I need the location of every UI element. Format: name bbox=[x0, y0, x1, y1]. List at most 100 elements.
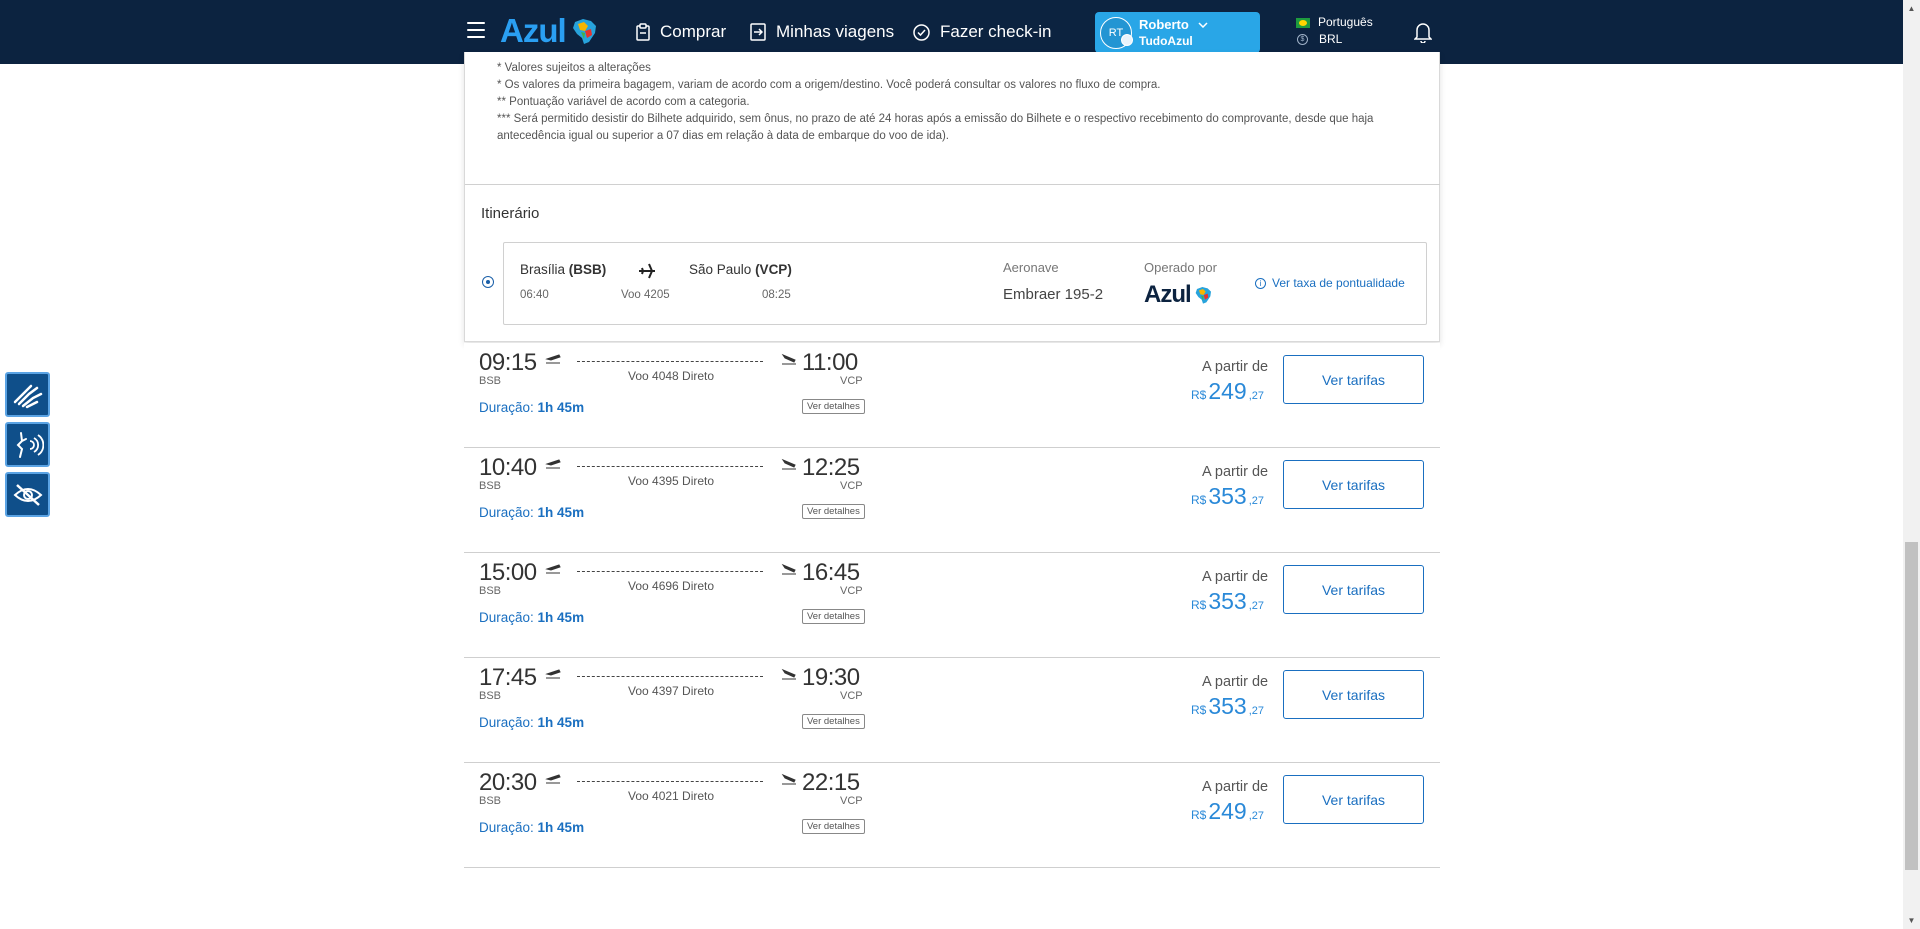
sign-language-button[interactable] bbox=[5, 372, 50, 417]
duration-value: 1h 45m bbox=[537, 820, 585, 835]
origin-city-name: Brasília bbox=[520, 262, 569, 277]
itinerary-title: Itinerário bbox=[481, 205, 540, 222]
high-contrast-button[interactable] bbox=[5, 472, 50, 517]
flight-row: 10:40 BSB Voo 4395 Direto 12:25 VCP Dura… bbox=[464, 448, 1440, 553]
price: R$ 353 ,27 bbox=[1191, 588, 1264, 615]
dest-airport: VCP bbox=[840, 795, 863, 807]
flight-row: 09:15 BSB Voo 4048 Direto 11:00 VCP Dura… bbox=[464, 343, 1440, 448]
landing-icon bbox=[781, 563, 796, 575]
duration-value: 1h 45m bbox=[537, 400, 585, 415]
note-line: * Os valores da primeira bagagem, variam… bbox=[497, 79, 1161, 91]
dest-airport: VCP bbox=[840, 480, 863, 492]
menu-icon[interactable] bbox=[467, 22, 485, 38]
note-line: *** Será permitido desistir do Bilhete a… bbox=[497, 113, 1374, 142]
price-currency: R$ bbox=[1191, 493, 1207, 507]
page-scrollbar[interactable]: ▲ ▼ bbox=[1903, 0, 1920, 929]
origin-airport: BSB bbox=[479, 585, 502, 597]
aircraft-label: Aeronave bbox=[1003, 260, 1059, 275]
departure-time: 10:40 bbox=[479, 454, 537, 481]
duration-label: Duração: bbox=[479, 610, 534, 625]
flight-details-panel: * Valores sujeitos a alterações * Os val… bbox=[464, 52, 1440, 342]
flight-number: Voo 4048 Direto bbox=[628, 369, 715, 383]
takeoff-icon bbox=[545, 354, 561, 364]
duration-label: Duração: bbox=[479, 820, 534, 835]
loyalty-program: TudoAzul bbox=[1139, 33, 1193, 48]
scroll-down-arrow-icon[interactable]: ▼ bbox=[1903, 912, 1920, 929]
arrival-time: 16:45 bbox=[802, 559, 860, 586]
currency-label: BRL bbox=[1319, 32, 1343, 46]
divider bbox=[465, 184, 1440, 185]
dest-airport: VCP bbox=[840, 585, 863, 597]
view-details-button[interactable]: Ver detalhes bbox=[802, 714, 865, 729]
route-line bbox=[577, 676, 763, 677]
check-circle-icon bbox=[913, 23, 930, 41]
brazil-map-icon bbox=[1195, 287, 1211, 304]
price-integer: 353 bbox=[1208, 588, 1247, 614]
flight-number: Voo 4205 bbox=[621, 289, 670, 301]
view-fares-button[interactable]: Ver tarifas bbox=[1283, 565, 1424, 614]
operator-logo-text: Azul bbox=[1144, 281, 1192, 308]
view-details-button[interactable]: Ver detalhes bbox=[802, 609, 865, 624]
origin-airport: BSB bbox=[479, 375, 502, 387]
view-details-button[interactable]: Ver detalhes bbox=[802, 399, 865, 414]
operated-by-label: Operado por bbox=[1144, 260, 1217, 275]
itinerary-radio[interactable] bbox=[482, 276, 494, 288]
origin-code: (BSB) bbox=[568, 262, 607, 277]
scroll-up-arrow-icon[interactable]: ▲ bbox=[1903, 0, 1920, 17]
price: R$ 249 ,27 bbox=[1191, 378, 1264, 405]
duration-value: 1h 45m bbox=[537, 715, 585, 730]
dest-code: (VCP) bbox=[755, 262, 792, 277]
flight-duration: Duração: 1h 45m bbox=[479, 400, 584, 415]
landing-icon bbox=[781, 458, 796, 470]
punctuality-link[interactable]: i Ver taxa de pontualidade bbox=[1255, 276, 1405, 290]
dest-airport: VCP bbox=[840, 690, 863, 702]
user-name: Roberto bbox=[1139, 17, 1208, 33]
language-label: Português bbox=[1318, 15, 1373, 29]
brazil-map-icon bbox=[572, 19, 596, 44]
brazil-flag-icon bbox=[1296, 17, 1310, 28]
nav-comprar-label: Comprar bbox=[660, 22, 727, 41]
price-cents: ,27 bbox=[1248, 705, 1265, 717]
user-name-label: Roberto bbox=[1139, 16, 1189, 32]
clipboard-icon bbox=[636, 23, 650, 41]
route-line bbox=[577, 466, 763, 467]
tudoazul-badge-icon bbox=[1121, 33, 1133, 46]
price-cents: ,27 bbox=[1248, 390, 1265, 402]
audio-description-button[interactable] bbox=[5, 422, 50, 467]
language-currency-selector[interactable]: Português $ BRL bbox=[1296, 14, 1373, 48]
flight-row: 15:00 BSB Voo 4696 Direto 16:45 VCP Dura… bbox=[464, 553, 1440, 658]
notification-bell-icon[interactable] bbox=[1414, 21, 1432, 43]
price-integer: 249 bbox=[1208, 798, 1247, 824]
dest-city-name: São Paulo bbox=[689, 262, 756, 277]
arrival-time: 19:30 bbox=[802, 664, 860, 691]
scroll-thumb[interactable] bbox=[1905, 542, 1918, 870]
landing-icon bbox=[781, 668, 796, 680]
eye-slash-icon bbox=[13, 483, 42, 506]
view-fares-button[interactable]: Ver tarifas bbox=[1283, 355, 1424, 404]
price-currency: R$ bbox=[1191, 808, 1207, 822]
duration-value: 1h 45m bbox=[537, 505, 585, 520]
azul-logo[interactable]: Azul bbox=[500, 12, 599, 50]
view-fares-button[interactable]: Ver tarifas bbox=[1283, 460, 1424, 509]
view-details-button[interactable]: Ver detalhes bbox=[802, 819, 865, 834]
departure-time: 17:45 bbox=[479, 664, 537, 691]
itinerary-box: Brasília (BSB) São Paulo (VCP) 06:40 Voo… bbox=[503, 242, 1427, 325]
price-from-label: A partir de bbox=[1202, 359, 1269, 375]
view-details-button[interactable]: Ver detalhes bbox=[802, 504, 865, 519]
view-fares-button[interactable]: Ver tarifas bbox=[1283, 670, 1424, 719]
price-cents: ,27 bbox=[1248, 600, 1265, 612]
price-integer: 353 bbox=[1208, 483, 1247, 509]
price-currency: R$ bbox=[1191, 598, 1207, 612]
speaking-head-icon bbox=[16, 431, 44, 458]
arrival-time: 22:15 bbox=[802, 769, 860, 796]
origin-airport: BSB bbox=[479, 690, 502, 702]
route-line bbox=[577, 781, 763, 782]
depart-time: 06:40 bbox=[520, 289, 549, 301]
arrival-time: 12:25 bbox=[802, 454, 860, 481]
landing-icon bbox=[781, 353, 796, 365]
duration-value: 1h 45m bbox=[537, 610, 585, 625]
view-fares-button[interactable]: Ver tarifas bbox=[1283, 775, 1424, 824]
landing-icon bbox=[781, 773, 796, 785]
user-menu-button[interactable]: RT Roberto TudoAzul bbox=[1095, 12, 1260, 53]
dest-airport: VCP bbox=[840, 375, 863, 387]
